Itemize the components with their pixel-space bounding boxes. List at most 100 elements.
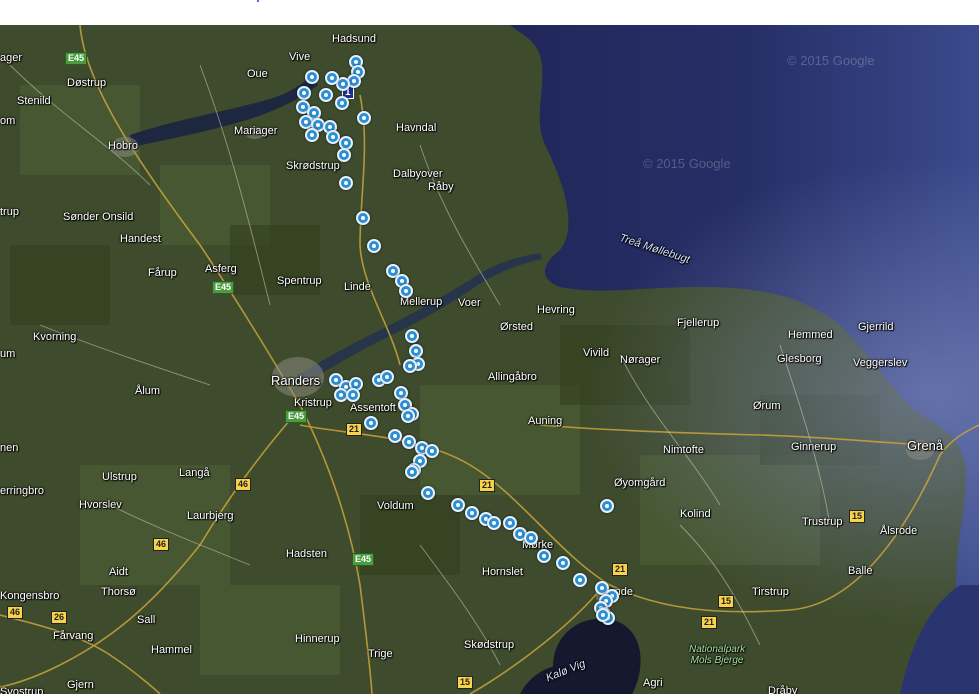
place-label: Ålsrode [880, 525, 918, 537]
location-marker[interactable] [405, 465, 419, 479]
place-label: Skrødstrup [286, 160, 340, 172]
place-label: Kristrup [294, 397, 332, 409]
place-label: Laurbjerg [187, 510, 234, 522]
place-label: Skødstrup [464, 639, 515, 651]
place-label: Vive [289, 51, 311, 63]
location-marker[interactable] [537, 549, 551, 563]
place-label: Hvorslev [79, 499, 122, 511]
road-shield: E45 [352, 553, 375, 566]
location-marker[interactable] [297, 86, 311, 100]
location-marker[interactable] [325, 71, 339, 85]
location-marker[interactable] [487, 516, 501, 530]
location-marker[interactable] [388, 429, 402, 443]
place-label: Fårup [148, 267, 177, 279]
location-marker[interactable] [399, 284, 413, 298]
place-label: Hammel [151, 644, 192, 656]
place-label: Grenå [907, 438, 944, 453]
place-label: Dalbyover [393, 168, 443, 180]
place-label: Råby [428, 181, 454, 193]
place-label: Balle [848, 565, 873, 577]
park-label-line2: Mols Bjerge [690, 655, 744, 666]
place-label: Fjellerup [677, 317, 720, 329]
place-label: Trige [368, 648, 393, 660]
road-shield: 46 [7, 606, 24, 619]
location-marker[interactable] [451, 498, 465, 512]
place-label: Gjerrild [858, 321, 894, 333]
road-shield: 21 [612, 563, 629, 576]
place-label: Ørum [753, 400, 781, 412]
place-label: Spentrup [277, 275, 322, 287]
location-marker[interactable] [356, 211, 370, 225]
place-label: Svostrup [0, 686, 44, 694]
top-bar-dot [257, 0, 259, 2]
place-label: Vivild [583, 347, 610, 359]
place-label: Mariager [234, 125, 278, 137]
location-marker[interactable] [364, 416, 378, 430]
location-marker[interactable] [402, 435, 416, 449]
location-marker[interactable] [403, 359, 417, 373]
location-marker[interactable] [596, 608, 610, 622]
place-label: Hevring [537, 304, 575, 316]
place-label: Hornslet [482, 566, 523, 578]
location-marker[interactable] [409, 344, 423, 358]
location-marker[interactable] [337, 148, 351, 162]
location-marker[interactable] [319, 88, 333, 102]
location-marker[interactable] [335, 96, 349, 110]
place-label: Nimtofte [663, 444, 704, 456]
place-label: Sønder Onsild [63, 211, 134, 223]
place-label: Glesborg [777, 353, 822, 365]
location-marker[interactable] [524, 531, 538, 545]
location-marker[interactable] [556, 556, 570, 570]
place-label: Veggerslev [853, 357, 908, 369]
place-label: Hadsten [286, 548, 327, 560]
place-label: Kongensbro [0, 590, 60, 602]
location-marker[interactable] [305, 70, 319, 84]
location-marker[interactable] [573, 573, 587, 587]
place-label: Gjern [67, 679, 94, 691]
road-shield: 26 [51, 611, 68, 624]
place-label: Aidt [109, 566, 128, 578]
place-label: Kvorning [33, 331, 77, 343]
place-label: Øyomgård [614, 477, 666, 489]
location-marker[interactable] [425, 444, 439, 458]
road-shield: E45 [65, 52, 88, 65]
park-label: Nationalpark Mols Bjerge [689, 644, 745, 666]
top-bar [0, 0, 979, 25]
place-label: Voldum [377, 500, 414, 512]
place-label: Allingåbro [488, 371, 537, 383]
place-label: Hinnerup [295, 633, 340, 645]
road-shield: 46 [235, 478, 252, 491]
location-marker[interactable] [367, 239, 381, 253]
road-shield: 15 [718, 595, 735, 608]
place-label: Handest [120, 233, 161, 245]
place-label: Stenild [17, 95, 51, 107]
location-marker[interactable] [357, 111, 371, 125]
location-marker[interactable] [326, 130, 340, 144]
map-watermark: © 2015 Google [787, 53, 875, 68]
location-marker[interactable] [405, 329, 419, 343]
place-label: om [0, 115, 16, 127]
place-label: Auning [528, 415, 563, 427]
road-shield: E45 [212, 281, 235, 294]
place-label: ager [0, 52, 23, 64]
location-marker[interactable] [305, 128, 319, 142]
satellite-map[interactable]: Hadsund ager Døstrup Vive Oue Stenild om Mariag… [0, 25, 979, 694]
location-marker[interactable] [401, 409, 415, 423]
place-label: Tirstrup [752, 586, 789, 598]
road-shield: 15 [457, 676, 474, 689]
place-label: Langå [179, 467, 210, 479]
location-marker[interactable] [380, 370, 394, 384]
location-marker[interactable] [421, 486, 435, 500]
road-shield: 21 [701, 616, 718, 629]
location-marker[interactable] [346, 388, 360, 402]
place-label: Hobro [108, 140, 138, 152]
place-label: Dråby [768, 685, 798, 694]
place-label: Hadsund [332, 33, 377, 45]
location-marker[interactable] [339, 176, 353, 190]
place-label: Ulstrup [102, 471, 137, 483]
place-label: Assentoft [350, 402, 396, 414]
place-label: nen [0, 442, 19, 454]
location-marker[interactable] [600, 499, 614, 513]
place-label: Ørsted [500, 321, 534, 333]
location-marker[interactable] [465, 506, 479, 520]
